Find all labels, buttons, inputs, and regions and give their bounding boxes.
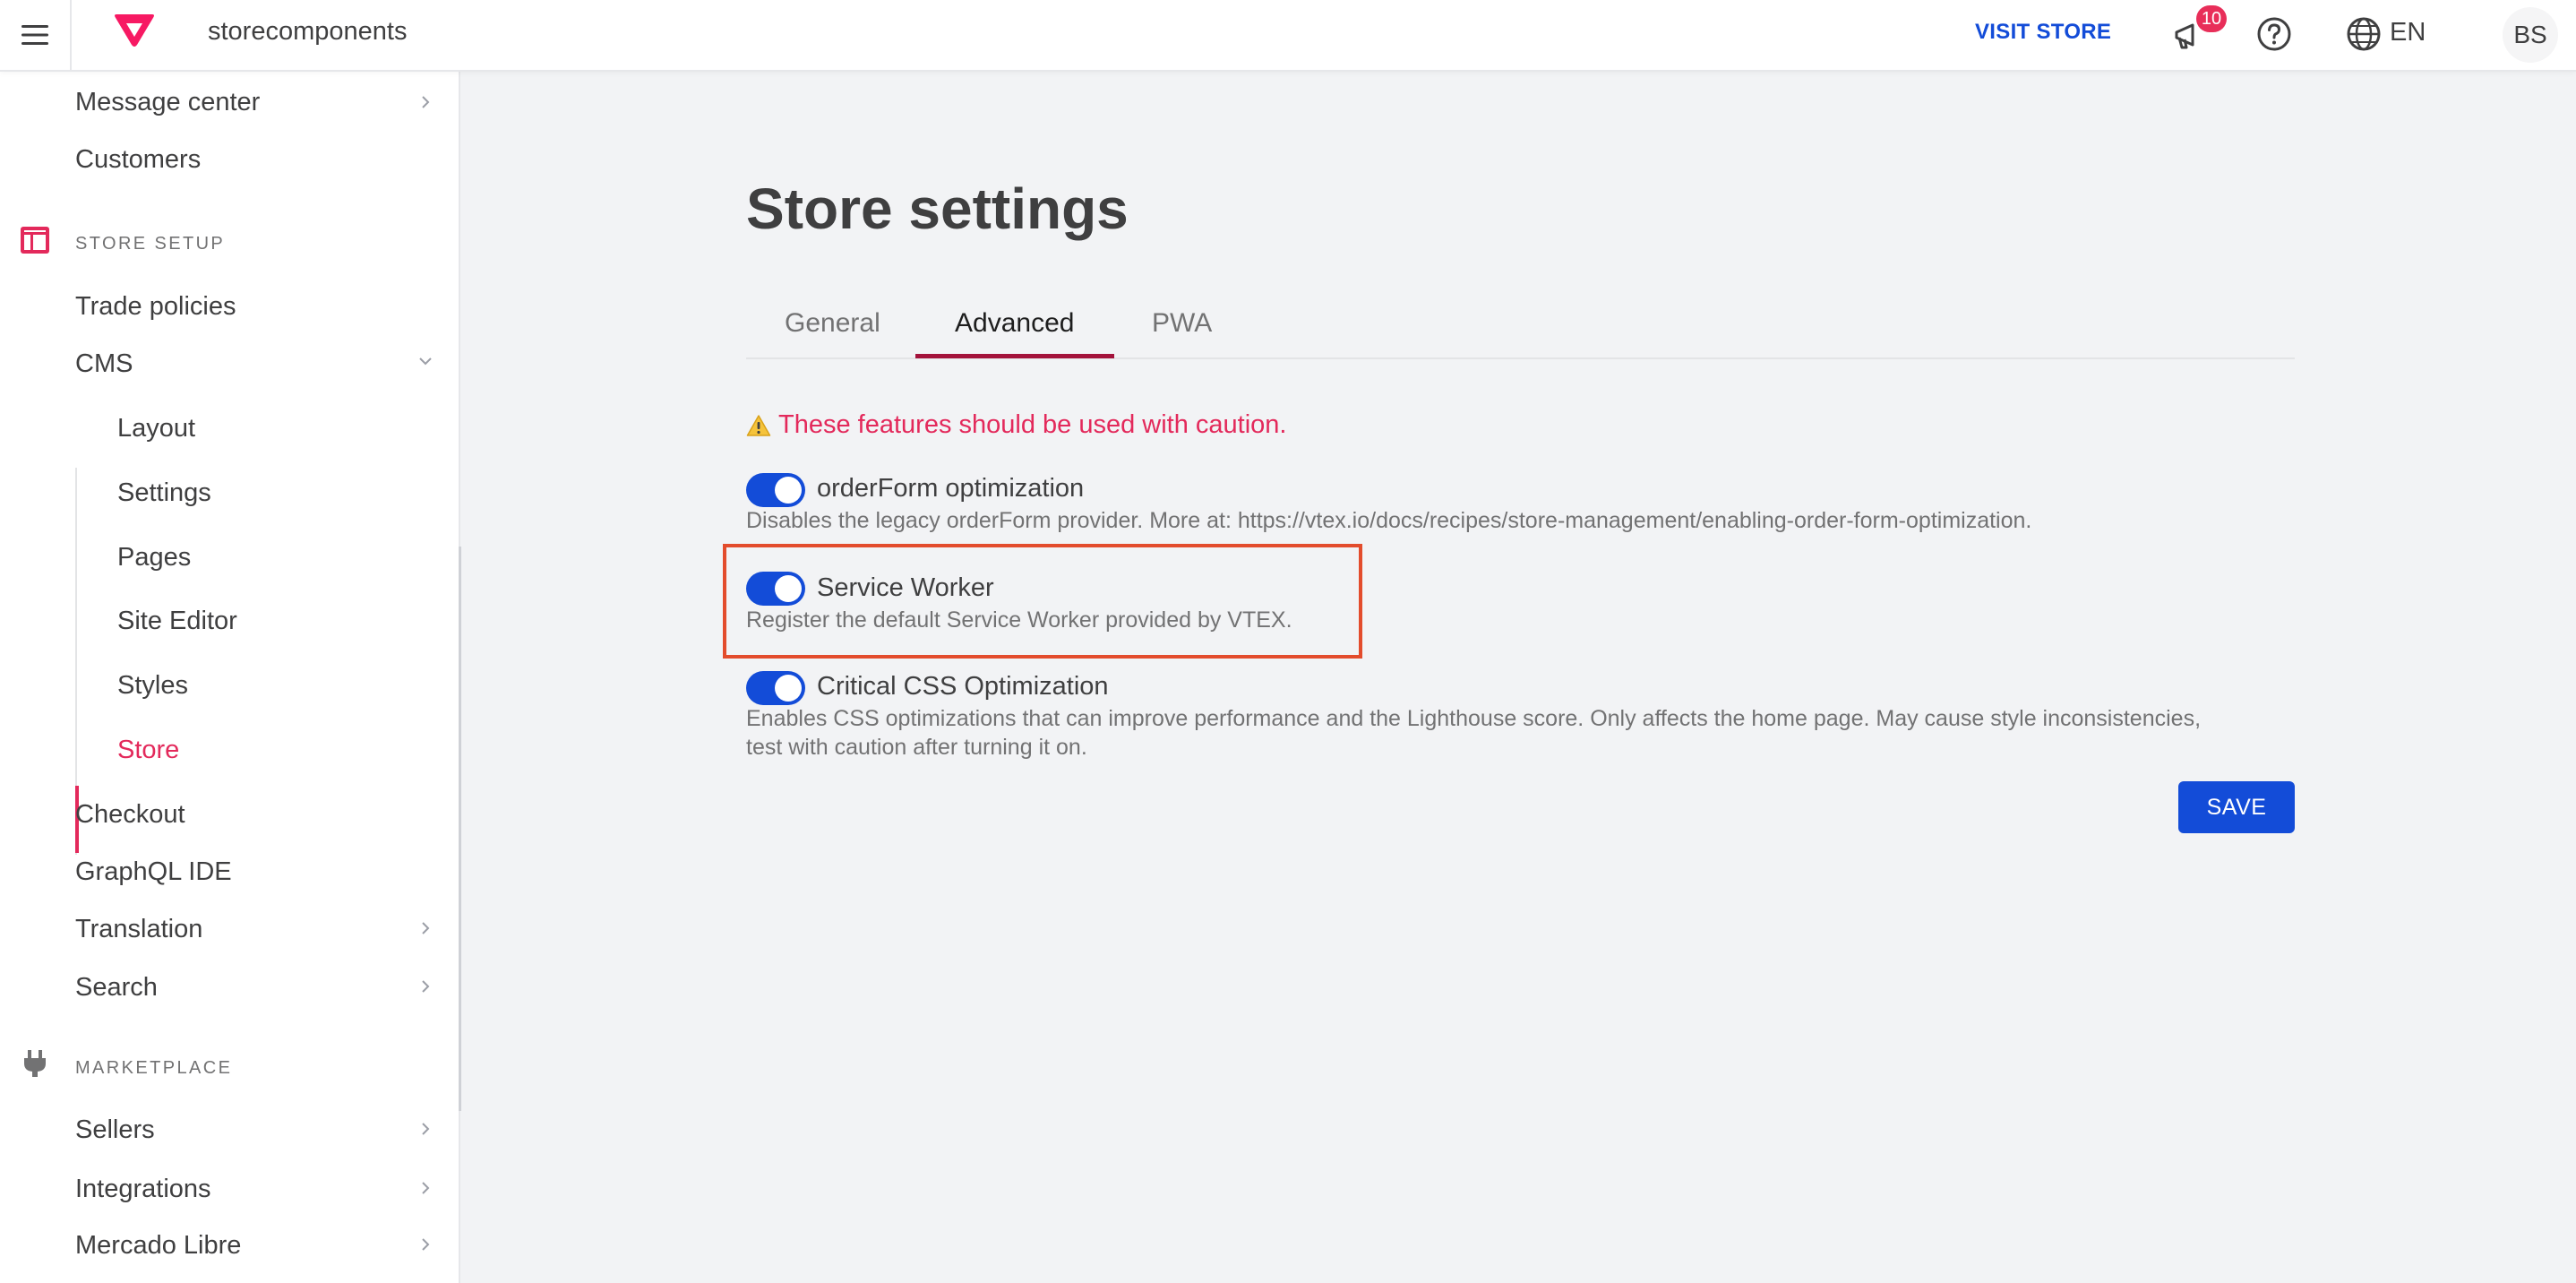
- orderform-optimization-label: orderForm optimization: [817, 474, 1085, 503]
- tab-pwa[interactable]: PWA: [1152, 308, 1212, 339]
- sidebar-item-store[interactable]: Store: [117, 734, 179, 766]
- sidebar-item-pages[interactable]: Pages: [117, 541, 191, 573]
- hamburger-menu-button[interactable]: [0, 0, 72, 70]
- chevron-right-icon[interactable]: [419, 96, 432, 108]
- active-tab-indicator: [915, 354, 1114, 358]
- service-worker-toggle[interactable]: [746, 572, 805, 606]
- warning-icon: [746, 414, 771, 436]
- language-selector[interactable]: EN: [2390, 18, 2426, 47]
- help-icon[interactable]: [2255, 15, 2293, 53]
- account-name: storecomponents: [208, 17, 408, 46]
- sidebar-item-settings[interactable]: Settings: [117, 477, 211, 509]
- critical-css-description-line2: test with caution after turning it on.: [746, 735, 1087, 760]
- notification-badge: 10: [2196, 5, 2227, 32]
- tab-advanced[interactable]: Advanced: [955, 308, 1074, 339]
- sidebar-item-mercado-libre[interactable]: Mercado Libre: [75, 1229, 241, 1261]
- sidebar-item-graphql-ide[interactable]: GraphQL IDE: [75, 856, 232, 888]
- hamburger-icon: [21, 25, 48, 45]
- caution-message: These features should be used with cauti…: [746, 410, 1286, 440]
- sidebar-item-message-center[interactable]: Message center: [75, 86, 260, 118]
- sidebar-scrollbar[interactable]: [459, 547, 461, 1111]
- sidebar-item-sellers[interactable]: Sellers: [75, 1114, 155, 1146]
- chevron-right-icon[interactable]: [419, 1182, 432, 1194]
- sidebar-item-checkout[interactable]: Checkout: [75, 798, 185, 831]
- sidebar-item-translation[interactable]: Translation: [75, 913, 202, 945]
- toggle-knob: [775, 675, 802, 702]
- critical-css-description-line1: Enables CSS optimizations that can impro…: [746, 706, 2202, 731]
- sidebar-item-styles[interactable]: Styles: [117, 669, 188, 702]
- service-worker-label: Service Worker: [817, 573, 994, 602]
- chevron-right-icon[interactable]: [419, 1238, 432, 1251]
- critical-css-toggle[interactable]: [746, 671, 805, 705]
- caution-text: These features should be used with cauti…: [778, 410, 1287, 439]
- sidebar: Message center Customers STORE SETUP Tra…: [0, 72, 460, 1283]
- sidebar-item-trade-policies[interactable]: Trade policies: [75, 290, 236, 323]
- sidebar-item-integrations[interactable]: Integrations: [75, 1173, 211, 1205]
- sidebar-item-cms[interactable]: CMS: [75, 348, 133, 380]
- toggle-knob: [775, 575, 802, 602]
- visit-store-link[interactable]: VISIT STORE: [1975, 20, 2111, 45]
- section-label-store-setup: STORE SETUP: [75, 234, 226, 254]
- orderform-optimization-description: Disables the legacy orderForm provider. …: [746, 508, 2032, 533]
- critical-css-label: Critical CSS Optimization: [817, 672, 1109, 701]
- chevron-right-icon[interactable]: [419, 980, 432, 993]
- chevron-right-icon[interactable]: [419, 1123, 432, 1135]
- service-worker-description: Register the default Service Worker prov…: [746, 607, 1292, 633]
- sidebar-item-layout[interactable]: Layout: [117, 412, 195, 444]
- toggle-knob: [775, 477, 802, 504]
- vtex-logo-icon[interactable]: [113, 13, 156, 48]
- sidebar-item-search[interactable]: Search: [75, 971, 158, 1003]
- globe-icon[interactable]: [2345, 15, 2383, 53]
- sidebar-item-customers[interactable]: Customers: [75, 143, 201, 176]
- sidebar-item-site-editor[interactable]: Site Editor: [117, 605, 237, 637]
- store-setup-icon: [21, 227, 49, 254]
- section-label-marketplace: MARKETPLACE: [75, 1058, 233, 1078]
- page-title: Store settings: [746, 177, 1129, 241]
- user-avatar[interactable]: BS: [2503, 7, 2558, 63]
- top-bar: storecomponents VISIT STORE 10 EN BS: [0, 0, 2576, 72]
- save-button[interactable]: SAVE: [2178, 781, 2295, 833]
- chevron-down-icon[interactable]: [419, 355, 432, 367]
- plug-icon: [24, 1050, 46, 1077]
- tab-general[interactable]: General: [785, 308, 880, 339]
- orderform-optimization-toggle[interactable]: [746, 473, 805, 507]
- chevron-right-icon[interactable]: [419, 922, 432, 934]
